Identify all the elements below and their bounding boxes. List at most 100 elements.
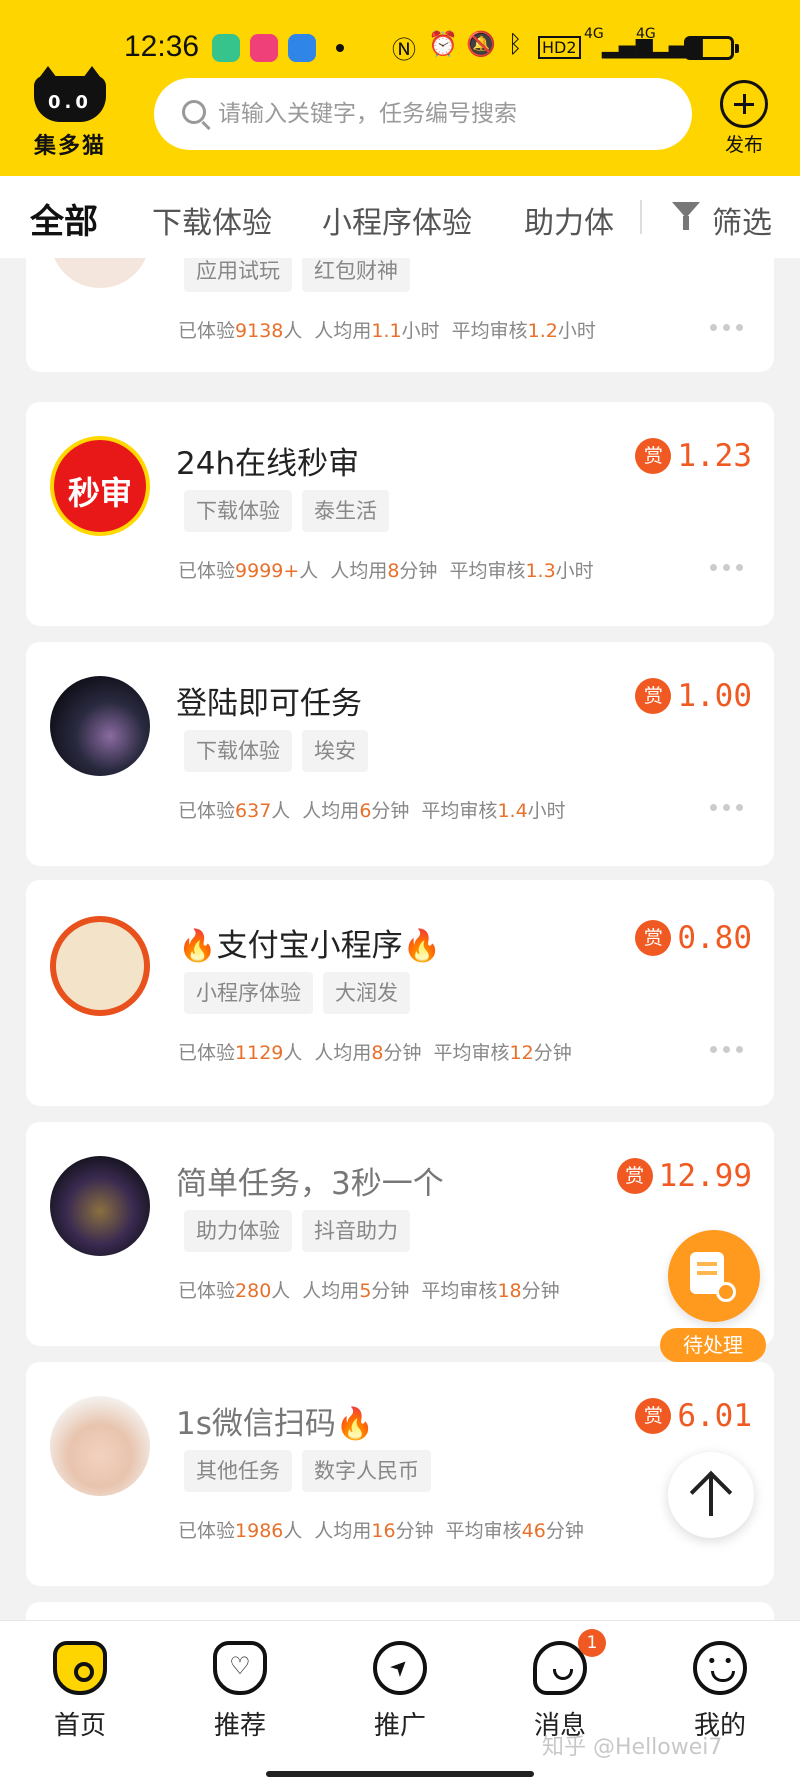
category-tabs: 全部 下载体验 小程序体验 助力体 筛选 <box>0 176 800 258</box>
nav-promote[interactable]: 推广 <box>340 1641 460 1741</box>
reward-badge-icon: 赏 <box>616 1158 653 1194</box>
nav-messages[interactable]: 1 消息 <box>500 1629 620 1741</box>
task-tag: 其他任务 <box>184 1450 292 1492</box>
avg-review-value: 1.2 <box>527 320 558 342</box>
reward-badge-icon: 赏 <box>635 678 672 714</box>
stat-label: 人均用 <box>330 560 388 582</box>
signal-1-label: 4G <box>584 26 604 42</box>
stat-label: 人 <box>283 320 303 342</box>
stat-label: 平均审核 <box>421 1280 498 1302</box>
avg-review-unit: 分钟 <box>545 1520 584 1542</box>
avg-time-unit: 分钟 <box>395 1520 434 1542</box>
avg-time-value: 16 <box>371 1520 396 1542</box>
stat-label: 人均用 <box>302 1280 360 1302</box>
reward-badge-icon: 赏 <box>635 1398 672 1434</box>
task-stats: 已体验1986人 人均用16分钟 平均审核46分钟 <box>178 1516 584 1543</box>
avg-review-value: 1.3 <box>525 560 556 582</box>
stat-label: 平均审核 <box>433 1042 510 1064</box>
task-list: 应用试玩 红包财神 已体验9138人 人均用1.1小时 平均审核1.2小时 秒审 24… <box>0 258 800 1620</box>
task-tag: 应用试玩 <box>184 258 292 292</box>
task-avatar <box>50 676 150 776</box>
task-tag: 下载体验 <box>184 730 292 772</box>
tab-all[interactable]: 全部 <box>30 194 98 245</box>
task-card[interactable]: 1s微信扫码🔥 赏 6.01 其他任务 数字人民币 已体验1986人 人均用16分钟平… <box>26 1362 774 1586</box>
nav-recommend[interactable]: 推荐 <box>180 1641 300 1741</box>
task-title: 登陆即可任务 <box>176 686 362 722</box>
search-bar[interactable] <box>154 78 692 150</box>
more-options-icon[interactable] <box>710 804 744 812</box>
more-options-icon[interactable] <box>710 324 744 332</box>
task-reward: 赏 0.80 <box>635 920 752 960</box>
avg-time-value: 8 <box>387 560 400 582</box>
home-indicator[interactable] <box>266 1771 534 1777</box>
unread-badge: 1 <box>578 1629 606 1657</box>
nfc-icon: Ⓝ <box>392 36 416 64</box>
task-reward: 赏 12.99 <box>616 1158 752 1198</box>
task-tag: 大润发 <box>323 972 410 1014</box>
task-card[interactable]: 🔥支付宝小程序🔥 赏 0.80 小程序体验 大润发 已体验1129人 人均用8分钟 平均… <box>26 880 774 1106</box>
search-input[interactable] <box>218 92 668 136</box>
task-avatar: 秒审 <box>50 436 150 536</box>
task-tags: 小程序体验 大润发 <box>184 972 420 1014</box>
reward-amount: 1.00 <box>677 678 752 714</box>
alarm-icon: ⏰ <box>428 30 458 58</box>
stat-label: 人 <box>271 1280 291 1302</box>
participants-count: 9138 <box>235 320 284 342</box>
task-stats: 已体验280人 人均用5分钟 平均审核18分钟 <box>178 1276 560 1303</box>
reward-amount: 1.23 <box>677 438 752 474</box>
app-header: 12:36 Ⓝ ⏰ 🔕 ᛒ HD2 4G ▂▄▆ 4G ▂▄▆ 0.0 集多猫 … <box>0 0 800 176</box>
stat-label: 平均审核 <box>445 1520 522 1542</box>
task-card[interactable] <box>26 1602 774 1620</box>
task-tag: 小程序体验 <box>184 972 313 1014</box>
stat-label: 已体验 <box>178 800 236 822</box>
task-card[interactable]: 应用试玩 红包财神 已体验9138人 人均用1.1小时 平均审核1.2小时 <box>26 258 774 372</box>
publish-button[interactable]: 发布 <box>714 80 774 156</box>
stat-label: 人均用 <box>302 800 360 822</box>
home-cat-icon <box>53 1641 107 1695</box>
bottom-nav: 首页 推荐 推广 1 消息 我的 知乎 @Hellowei7 <box>0 1620 800 1787</box>
task-reward: 赏 1.00 <box>635 678 752 718</box>
more-options-icon[interactable] <box>710 1046 744 1054</box>
recommend-heart-icon <box>213 1641 267 1695</box>
bluetooth-icon: ᛒ <box>508 30 523 58</box>
task-tags: 下载体验 埃安 <box>184 730 378 772</box>
reward-amount: 0.80 <box>677 920 752 956</box>
stat-label: 人 <box>283 1042 303 1064</box>
task-avatar <box>50 1396 150 1496</box>
pending-tasks-button[interactable]: 待处理 <box>660 1230 766 1366</box>
status-bar: 12:36 Ⓝ ⏰ 🔕 ᛒ HD2 4G ▂▄▆ 4G ▂▄▆ <box>0 20 800 76</box>
task-card[interactable]: 秒审 24h在线秒审 赏 1.23 下载体验 泰生活 已体验9999+人 人均用8分钟… <box>26 402 774 626</box>
tab-download[interactable]: 下载体验 <box>152 198 272 242</box>
avg-time-value: 5 <box>359 1280 372 1302</box>
more-options-icon[interactable] <box>710 564 744 572</box>
publish-label: 发布 <box>724 134 763 156</box>
profile-face-icon <box>693 1641 747 1695</box>
avg-time-value: 6 <box>359 800 372 822</box>
avg-review-value: 1.4 <box>497 800 528 822</box>
task-reward: 赏 1.23 <box>635 438 752 478</box>
arrow-up-shaft <box>709 1476 713 1516</box>
task-tags: 下载体验 泰生活 <box>184 490 399 532</box>
avatar-text: 秒审 <box>67 474 132 512</box>
task-card[interactable]: 登陆即可任务 赏 1.00 下载体验 埃安 已体验637人 人均用6分钟 平均审核1.4… <box>26 642 774 866</box>
avg-time-unit: 分钟 <box>371 1280 410 1302</box>
stat-label: 平均审核 <box>421 800 498 822</box>
avg-review-unit: 分钟 <box>521 1280 560 1302</box>
avg-time-unit: 小时 <box>401 320 440 342</box>
battery-level <box>689 41 700 55</box>
task-tags: 应用试玩 红包财神 <box>184 258 420 292</box>
tab-mini-program[interactable]: 小程序体验 <box>322 198 472 242</box>
back-to-top-button[interactable] <box>668 1452 754 1538</box>
avg-time-unit: 分钟 <box>383 1042 422 1064</box>
search-icon <box>182 100 206 124</box>
avg-time-unit: 分钟 <box>371 800 410 822</box>
tab-assist[interactable]: 助力体 <box>524 198 614 242</box>
nav-profile[interactable]: 我的 <box>660 1641 780 1741</box>
task-avatar <box>50 1156 150 1256</box>
video-app-icon <box>250 34 278 62</box>
avg-time-value: 8 <box>371 1042 384 1064</box>
nav-home[interactable]: 首页 <box>20 1641 140 1741</box>
task-avatar <box>50 258 150 288</box>
task-tag: 下载体验 <box>184 490 292 532</box>
stat-label: 人 <box>299 560 319 582</box>
